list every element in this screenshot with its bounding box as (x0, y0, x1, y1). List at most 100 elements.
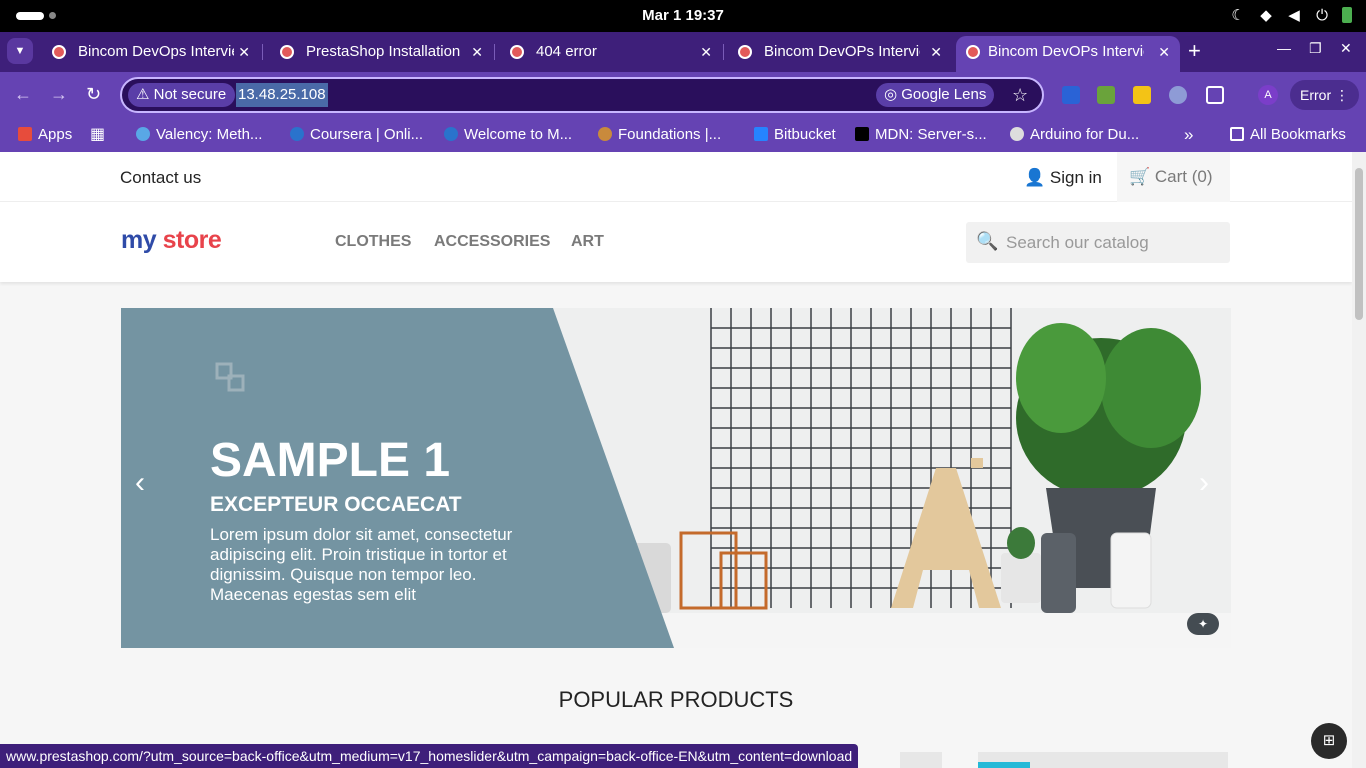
bookmark-label: MDN: Server-s... (875, 126, 987, 143)
bookmark-apps[interactable]: Apps (18, 124, 72, 146)
profile-avatar[interactable]: A (1258, 85, 1278, 105)
page-scrollbar[interactable] (1352, 152, 1366, 768)
bookmark-valency[interactable]: Valency: Meth... (136, 124, 262, 146)
search-placeholder[interactable]: Search our catalog (1006, 233, 1149, 253)
link-status-bar: www.prestashop.com/?utm_source=back-offi… (0, 744, 859, 768)
bookmark-label: Valency: Meth... (156, 126, 263, 143)
error-menu-button[interactable]: Error ⋮ (1290, 80, 1360, 110)
bookmark-mdn[interactable]: MDN: Server-s... (855, 124, 987, 146)
bookmark-foundations[interactable]: Foundations |... (598, 124, 721, 146)
slide-subtitle[interactable]: EXCEPTEUR OCCAECAT (210, 493, 462, 517)
bookmark-coursera[interactable]: Coursera | Onli... (290, 124, 423, 146)
new-tab-button[interactable]: + (1188, 38, 1201, 64)
back-button[interactable]: ← (14, 84, 32, 104)
sign-in-link[interactable]: 👤 Sign in (1024, 168, 1102, 188)
store-logo[interactable]: my store (121, 226, 222, 255)
tab-groups-icon[interactable]: ▦ (90, 124, 105, 146)
more-bookmarks-icon[interactable]: » (1184, 124, 1193, 146)
coursera-icon (290, 127, 304, 141)
close-icon[interactable]: ✕ (700, 36, 712, 68)
browser-toolbar: ← → ↻ ⚠ Not secure 13.48.25.108 ◎ Google… (0, 72, 1366, 118)
minimize-button[interactable]: — (1277, 40, 1291, 56)
close-icon[interactable]: ✕ (930, 36, 942, 68)
close-icon[interactable]: ✕ (471, 36, 483, 68)
close-icon[interactable]: ✕ (1158, 36, 1170, 68)
tab-3[interactable]: 404 error ✕ (490, 36, 722, 72)
error-label: Error (1300, 87, 1332, 103)
slide-title[interactable]: SAMPLE 1 (210, 433, 450, 488)
menu-art[interactable]: ART (571, 233, 604, 251)
os-top-bar: Mar 1 19:37 ☾ ◆ ◀ ⏻ (0, 0, 1366, 32)
folder-icon (1230, 127, 1244, 141)
not-secure-label: Not secure (153, 86, 227, 103)
slide-description[interactable]: Lorem ipsum dolor sit amet, consectetur … (210, 525, 540, 605)
menu-accessories[interactable]: ACCESSORIES (434, 233, 550, 251)
tab-search-button[interactable]: ▼ (7, 38, 33, 64)
bookmark-welcome[interactable]: Welcome to M... (444, 124, 572, 146)
warning-icon: ⚠ (136, 86, 154, 103)
tab-favicon-icon (966, 45, 980, 59)
close-window-button[interactable]: ✕ (1340, 40, 1352, 57)
bookmark-bitbucket[interactable]: Bitbucket (754, 124, 836, 146)
bookmark-label: Bitbucket (774, 126, 836, 143)
google-lens-button[interactable]: ◎ Google Lens (876, 83, 995, 107)
url-text[interactable]: 13.48.25.108 (236, 83, 328, 107)
menu-clothes[interactable]: CLOTHES (335, 233, 411, 251)
scrollbar-thumb[interactable] (1355, 168, 1363, 320)
bookmark-label: Apps (38, 126, 73, 143)
shield-extension-icon[interactable] (1169, 86, 1187, 104)
not-secure-chip[interactable]: ⚠ Not secure (128, 83, 236, 107)
search-icon[interactable]: 🔍 (976, 231, 998, 252)
cart-button[interactable]: 🛒 Cart (0) (1117, 152, 1230, 202)
address-bar[interactable]: ⚠ Not secure 13.48.25.108 ◎ Google Lens … (120, 77, 1044, 113)
extension-icon[interactable] (1133, 86, 1151, 104)
close-icon[interactable]: ✕ (238, 36, 250, 68)
forward-button[interactable]: → (50, 84, 68, 104)
all-bookmarks-folder[interactable]: All Bookmarks (1230, 124, 1346, 146)
maximize-button[interactable]: ❐ (1309, 40, 1322, 57)
slider-next-arrow-icon[interactable]: › (1199, 468, 1209, 498)
tab-1[interactable]: Bincom DevOps Intervie ✕ (32, 36, 260, 72)
home-slider[interactable]: SAMPLE 1 EXCEPTEUR OCCAECAT Lorem ipsum … (121, 308, 1231, 648)
google-lens-label: Google Lens (901, 86, 987, 103)
tab-2[interactable]: PrestaShop Installation ✕ (260, 36, 493, 72)
logo-store: store (162, 226, 222, 254)
clock[interactable]: Mar 1 19:37 (0, 7, 1366, 24)
kebab-menu-icon: ⋮ (1335, 87, 1350, 103)
download-extension-icon[interactable] (1097, 86, 1115, 104)
slider-prev-arrow-icon[interactable]: ‹ (135, 468, 145, 498)
lens-icon: ◎ (884, 86, 902, 103)
tab-favicon-icon (510, 45, 524, 59)
globe-icon (1010, 127, 1024, 141)
puzzle-extensions-icon[interactable] (1206, 86, 1224, 104)
bookmark-star-icon[interactable]: ☆ (1012, 83, 1028, 107)
store-header: my store CLOTHES ACCESSORIES ART 🔍 Searc… (0, 202, 1352, 282)
logo-my: my (121, 226, 157, 254)
coursera-icon (444, 127, 458, 141)
magic-wand-icon[interactable]: ✦ (1187, 613, 1219, 635)
product-card[interactable] (978, 752, 1228, 768)
product-thumbnail[interactable] (900, 752, 942, 768)
tab-title: Bincom DevOPs Intervie (988, 43, 1144, 60)
bookmark-label: All Bookmarks (1250, 126, 1346, 143)
bookmark-arduino[interactable]: Arduino for Du... (1010, 124, 1139, 146)
reload-button[interactable]: ↻ (86, 84, 101, 104)
catalog-search-box[interactable]: 🔍 Search our catalog (966, 222, 1230, 263)
tab-5-active[interactable]: Bincom DevOPs Intervie ✕ (956, 36, 1180, 72)
tab-bar: ▼ Bincom DevOps Intervie ✕ PrestaShop In… (0, 32, 1366, 72)
volume-icon: ◀ (1288, 7, 1300, 24)
tab-title: Bincom DevOps Intervie (78, 43, 234, 60)
floating-apps-button[interactable]: ⊞ (1311, 723, 1347, 759)
sign-in-label: Sign in (1049, 168, 1102, 187)
contact-us-link[interactable]: Contact us (120, 168, 201, 188)
power-icon: ⏻ (1316, 6, 1328, 24)
system-tray[interactable]: ☾ ◆ ◀ ⏻ (1230, 6, 1352, 24)
popular-products-heading: POPULAR PRODUCTS (558, 687, 794, 712)
night-light-icon: ☾ (1231, 7, 1245, 24)
wifi-icon: ◆ (1260, 7, 1272, 24)
tab-4[interactable]: Bincom DevOPs Intervie ✕ (718, 36, 952, 72)
tab-favicon-icon (52, 45, 66, 59)
tab-title: 404 error (536, 43, 597, 60)
tab-favicon-icon (280, 45, 294, 59)
extension-icon[interactable] (1062, 86, 1080, 104)
